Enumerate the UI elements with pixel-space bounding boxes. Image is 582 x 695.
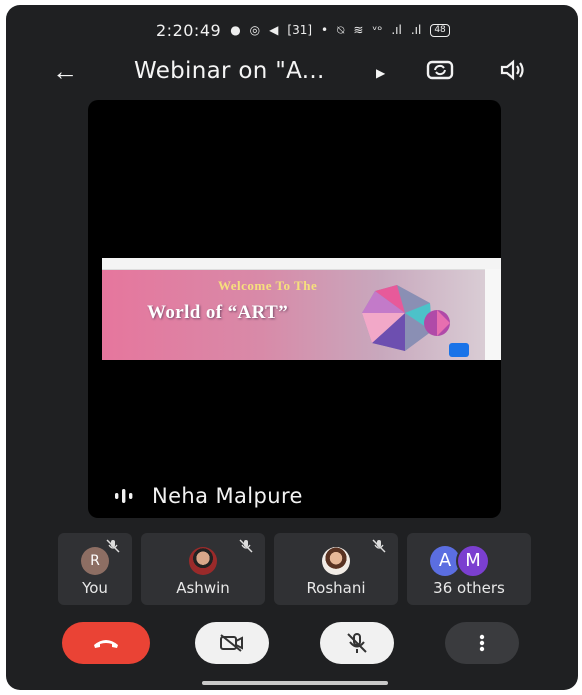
avatar-you: R: [81, 547, 109, 575]
active-speaker: Neha Malpure: [114, 484, 303, 508]
mic-off-icon: [106, 539, 120, 553]
mic-off-icon: [372, 539, 386, 553]
chat-notification-icon: ●: [230, 23, 241, 37]
telegram-icon: ◀: [269, 23, 279, 37]
mic-off-icon: [239, 539, 253, 553]
calendar-badge: 31: [292, 23, 308, 37]
slide-sidebar: [485, 269, 501, 360]
status-time: 2:20:49: [156, 20, 222, 40]
calendar-icon: [31]: [287, 23, 313, 37]
slide-toolbar: [102, 258, 501, 270]
call-controls: [6, 622, 578, 666]
participant-tile-ashwin[interactable]: Ashwin: [141, 533, 265, 605]
end-call-button[interactable]: [62, 622, 150, 664]
presenter-name: Neha Malpure: [152, 484, 303, 508]
call-header: ← Webinar on "A... ▶: [6, 51, 578, 91]
participant-tile-roshani[interactable]: Roshani: [274, 533, 398, 605]
switch-camera-icon[interactable]: [426, 57, 454, 88]
participant-label: You: [82, 579, 108, 597]
battery-icon: 48: [430, 23, 450, 37]
meeting-title[interactable]: Webinar on "A...: [134, 58, 325, 84]
annotation-pen-icon: [449, 343, 469, 357]
participant-label: Ashwin: [176, 579, 230, 597]
mic-off-icon: [347, 633, 367, 653]
participant-label: Roshani: [306, 579, 366, 597]
status-bar: 2:20:49 ● ◎ ◀ [31] • ⍉ ≋ ᵛᵒ .ıl .ıl 48: [156, 19, 450, 41]
slide-subheading: World of “ART”: [147, 302, 289, 323]
title-expand-icon[interactable]: ▶: [376, 66, 385, 80]
home-indicator[interactable]: [202, 681, 388, 685]
signal-icon-2: .ıl: [410, 23, 422, 37]
camera-off-icon: [220, 634, 243, 652]
wifi-icon: ≋: [353, 23, 364, 37]
camera-toggle-button[interactable]: [195, 622, 269, 664]
presentation-stage[interactable]: Welcome To The World of “ART” Neha Malpu…: [88, 100, 501, 518]
shared-slide: Welcome To The World of “ART”: [102, 258, 501, 360]
avatar-roshani: [322, 547, 350, 575]
more-vert-icon: [479, 634, 485, 652]
slide-heading: Welcome To The: [218, 278, 318, 293]
audio-level-icon: [115, 489, 133, 503]
mic-toggle-button[interactable]: [320, 622, 394, 664]
decorative-gem-small: [424, 310, 450, 336]
meet-call-screen: 2:20:49 ● ◎ ◀ [31] • ⍉ ≋ ᵛᵒ .ıl .ıl 48 ←…: [6, 5, 578, 690]
back-arrow-icon[interactable]: ←: [52, 56, 78, 87]
participant-label: 36 others: [433, 579, 505, 597]
participant-tile-you[interactable]: R You: [58, 533, 132, 605]
mute-notifications-icon: ⍉: [337, 22, 345, 37]
dot-icon: •: [321, 23, 329, 37]
phone-hangup-icon: [94, 640, 118, 648]
avatar-m: M: [456, 544, 490, 578]
whatsapp-icon: ◎: [249, 23, 261, 37]
audio-output-icon[interactable]: [500, 59, 526, 86]
avatar-ashwin: [189, 547, 217, 575]
volte-icon: ᵛᵒ: [372, 23, 383, 37]
signal-icon-1: .ıl: [391, 23, 402, 37]
participant-tile-others[interactable]: A M 36 others: [407, 533, 531, 605]
more-options-button[interactable]: [445, 622, 519, 664]
